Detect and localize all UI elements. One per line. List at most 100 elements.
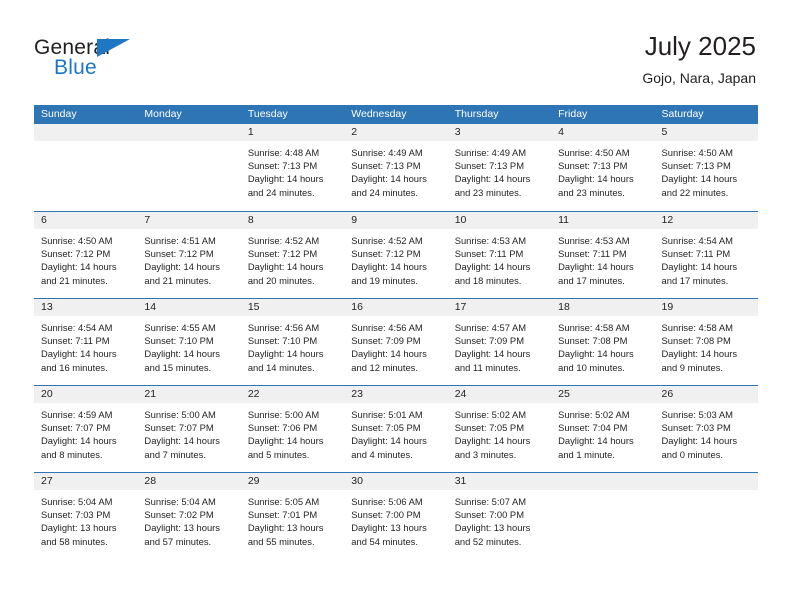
day-detail-line: Daylight: 14 hours	[558, 261, 634, 273]
day-detail-line: Sunrise: 5:02 AM	[454, 409, 527, 420]
day-detail-line: Daylight: 14 hours	[351, 173, 427, 185]
day-detail-line: and 24 minutes.	[351, 186, 418, 198]
day-detail-line: Sunset: 7:03 PM	[661, 422, 731, 434]
calendar-day-cell[interactable]: 12 Sunrise: 4:54 AM Sunset: 7:11 PM Dayligh…	[654, 212, 758, 298]
day-details: Sunrise: 4:51 AM Sunset: 7:12 PM Daylight:…	[137, 229, 240, 287]
day-number-band: 6	[34, 212, 138, 229]
calendar-day-cell[interactable]: 26 Sunrise: 5:03 AM Sunset: 7:03 PM Dayligh…	[654, 386, 758, 472]
day-detail-line: Daylight: 14 hours	[454, 348, 531, 360]
day-detail-line: and 15 minutes.	[144, 361, 212, 373]
calendar-day-cell[interactable]: 8 Sunrise: 4:52 AM Sunset: 7:12 PM Daylight…	[240, 212, 345, 298]
page-title: July 2025	[644, 31, 756, 61]
day-details	[137, 141, 240, 146]
day-detail-line: and 5 minutes.	[247, 448, 310, 460]
calendar-day-cell[interactable]: 18 Sunrise: 4:58 AM Sunset: 7:08 PM Dayligh…	[551, 299, 655, 385]
calendar-day-cell[interactable]: 13 Sunrise: 4:54 AM Sunset: 7:11 PM Dayligh…	[34, 299, 138, 385]
day-detail-line: Sunset: 7:09 PM	[351, 335, 421, 347]
day-detail-line: Sunset: 7:05 PM	[454, 422, 524, 434]
day-number: 24	[454, 388, 467, 400]
day-detail-line: Sunset: 7:00 PM	[351, 509, 421, 521]
calendar-day-cell[interactable]: 10 Sunrise: 4:53 AM Sunset: 7:11 PM Dayligh…	[447, 212, 552, 298]
day-detail-line: and 17 minutes.	[661, 274, 729, 286]
day-detail-line: Sunrise: 4:52 AM	[247, 235, 320, 246]
day-detail-line: Daylight: 14 hours	[558, 435, 634, 447]
day-detail-line: and 22 minutes.	[661, 186, 729, 198]
calendar-day-cell[interactable]: 14 Sunrise: 4:55 AM Sunset: 7:10 PM Dayligh…	[137, 299, 241, 385]
calendar-day-cell[interactable]: 30 Sunrise: 5:06 AM Sunset: 7:00 PM Dayligh…	[344, 473, 448, 559]
calendar-cell-empty	[551, 473, 655, 559]
day-detail-line: Sunrise: 5:07 AM	[454, 496, 527, 507]
weekday-header-saturday: Saturday	[661, 108, 704, 120]
calendar-day-cell[interactable]: 25 Sunrise: 5:02 AM Sunset: 7:04 PM Dayligh…	[551, 386, 655, 472]
day-detail-line: Daylight: 13 hours	[454, 522, 531, 534]
calendar-week-row: 20 Sunrise: 4:59 AM Sunset: 7:07 PM Dayligh…	[34, 385, 758, 472]
day-detail-line: Sunset: 7:11 PM	[661, 248, 731, 260]
day-detail-line: Sunrise: 4:58 AM	[558, 322, 630, 333]
day-details: Sunrise: 5:04 AM Sunset: 7:02 PM Daylight:…	[137, 490, 240, 548]
day-detail-line: and 9 minutes.	[661, 361, 724, 373]
day-detail-line: and 55 minutes.	[247, 535, 315, 547]
day-number: 11	[558, 214, 570, 226]
day-detail-line: and 16 minutes.	[41, 361, 108, 373]
day-number-band: 3	[447, 124, 552, 141]
calendar-day-cell[interactable]: 1 Sunrise: 4:48 AM Sunset: 7:13 PM Daylight…	[240, 124, 345, 211]
day-detail-line: Sunrise: 5:06 AM	[351, 496, 423, 507]
day-detail-line: Sunrise: 4:55 AM	[144, 322, 216, 333]
calendar-day-cell[interactable]: 28 Sunrise: 5:04 AM Sunset: 7:02 PM Dayligh…	[137, 473, 241, 559]
day-detail-line: Sunset: 7:11 PM	[558, 248, 627, 260]
calendar-day-cell[interactable]: 27 Sunrise: 5:04 AM Sunset: 7:03 PM Dayligh…	[34, 473, 138, 559]
calendar-day-cell[interactable]: 7 Sunrise: 4:51 AM Sunset: 7:12 PM Daylight…	[137, 212, 241, 298]
day-detail-line: Daylight: 13 hours	[351, 522, 427, 534]
day-number: 23	[351, 388, 363, 400]
calendar-day-cell[interactable]: 6 Sunrise: 4:50 AM Sunset: 7:12 PM Daylight…	[34, 212, 138, 298]
day-detail-line: Daylight: 14 hours	[144, 435, 220, 447]
day-details: Sunrise: 5:00 AM Sunset: 7:06 PM Daylight:…	[241, 403, 344, 461]
day-detail-line: Daylight: 14 hours	[247, 435, 324, 447]
calendar-day-cell[interactable]: 2 Sunrise: 4:49 AM Sunset: 7:13 PM Daylight…	[344, 124, 448, 211]
calendar-day-cell[interactable]: 24 Sunrise: 5:02 AM Sunset: 7:05 PM Dayligh…	[447, 386, 552, 472]
day-details: Sunrise: 5:00 AM Sunset: 7:07 PM Daylight:…	[137, 403, 240, 461]
calendar-day-cell[interactable]: 9 Sunrise: 4:52 AM Sunset: 7:12 PM Daylight…	[344, 212, 448, 298]
day-detail-line: Daylight: 14 hours	[454, 261, 531, 273]
day-detail-line: Sunset: 7:10 PM	[144, 335, 214, 347]
calendar-day-cell[interactable]: 4 Sunrise: 4:50 AM Sunset: 7:13 PM Daylight…	[551, 124, 655, 211]
day-number-band: 20	[34, 386, 138, 403]
calendar-day-cell[interactable]: 3 Sunrise: 4:49 AM Sunset: 7:13 PM Daylight…	[447, 124, 552, 211]
day-detail-line: Daylight: 14 hours	[41, 348, 117, 360]
calendar-day-cell[interactable]: 19 Sunrise: 4:58 AM Sunset: 7:08 PM Dayligh…	[654, 299, 758, 385]
day-number: 15	[247, 301, 260, 313]
calendar-week-row: 13 Sunrise: 4:54 AM Sunset: 7:11 PM Dayligh…	[34, 298, 758, 385]
day-number: 6	[41, 214, 47, 226]
calendar-day-cell[interactable]: 11 Sunrise: 4:53 AM Sunset: 7:11 PM Dayligh…	[551, 212, 655, 298]
calendar-day-cell[interactable]: 31 Sunrise: 5:07 AM Sunset: 7:00 PM Dayligh…	[447, 473, 552, 559]
day-detail-line: Sunset: 7:07 PM	[41, 422, 111, 434]
calendar-day-cell[interactable]: 16 Sunrise: 4:56 AM Sunset: 7:09 PM Dayligh…	[344, 299, 448, 385]
calendar-day-cell[interactable]: 29 Sunrise: 5:05 AM Sunset: 7:01 PM Dayligh…	[240, 473, 345, 559]
calendar-day-cell[interactable]: 15 Sunrise: 4:56 AM Sunset: 7:10 PM Dayligh…	[240, 299, 345, 385]
calendar-day-cell[interactable]: 17 Sunrise: 4:57 AM Sunset: 7:09 PM Dayligh…	[447, 299, 552, 385]
calendar-day-cell[interactable]: 20 Sunrise: 4:59 AM Sunset: 7:07 PM Dayligh…	[34, 386, 138, 472]
weekday-header-sunday: Sunday	[41, 108, 77, 120]
day-detail-line: and 58 minutes.	[41, 535, 108, 547]
day-number: 14	[144, 301, 157, 313]
day-details: Sunrise: 4:56 AM Sunset: 7:09 PM Daylight:…	[344, 316, 447, 374]
calendar-day-cell[interactable]: 22 Sunrise: 5:00 AM Sunset: 7:06 PM Dayligh…	[240, 386, 345, 472]
day-detail-line: Sunset: 7:02 PM	[144, 509, 214, 521]
day-number: 28	[144, 475, 157, 487]
day-detail-line: Sunrise: 4:49 AM	[351, 147, 423, 158]
general-blue-logo: General Blue	[34, 36, 174, 88]
calendar-day-cell[interactable]: 21 Sunrise: 5:00 AM Sunset: 7:07 PM Dayligh…	[137, 386, 241, 472]
day-details: Sunrise: 5:06 AM Sunset: 7:00 PM Daylight:…	[344, 490, 447, 548]
day-detail-line: Sunrise: 5:01 AM	[351, 409, 423, 420]
calendar-day-cell[interactable]: 23 Sunrise: 5:01 AM Sunset: 7:05 PM Dayligh…	[344, 386, 448, 472]
day-detail-line: Sunrise: 5:00 AM	[247, 409, 320, 420]
day-detail-line: Sunset: 7:11 PM	[41, 335, 110, 347]
day-detail-line: Daylight: 14 hours	[351, 261, 427, 273]
day-detail-line: Sunset: 7:09 PM	[454, 335, 524, 347]
day-detail-line: Sunset: 7:13 PM	[454, 160, 524, 172]
calendar-day-cell[interactable]: 5 Sunrise: 4:50 AM Sunset: 7:13 PM Daylight…	[654, 124, 758, 211]
day-number-band: 19	[654, 299, 758, 316]
day-details: Sunrise: 5:05 AM Sunset: 7:01 PM Daylight:…	[241, 490, 344, 548]
day-number-band: 10	[447, 212, 552, 229]
day-detail-line: Sunrise: 5:02 AM	[558, 409, 630, 420]
